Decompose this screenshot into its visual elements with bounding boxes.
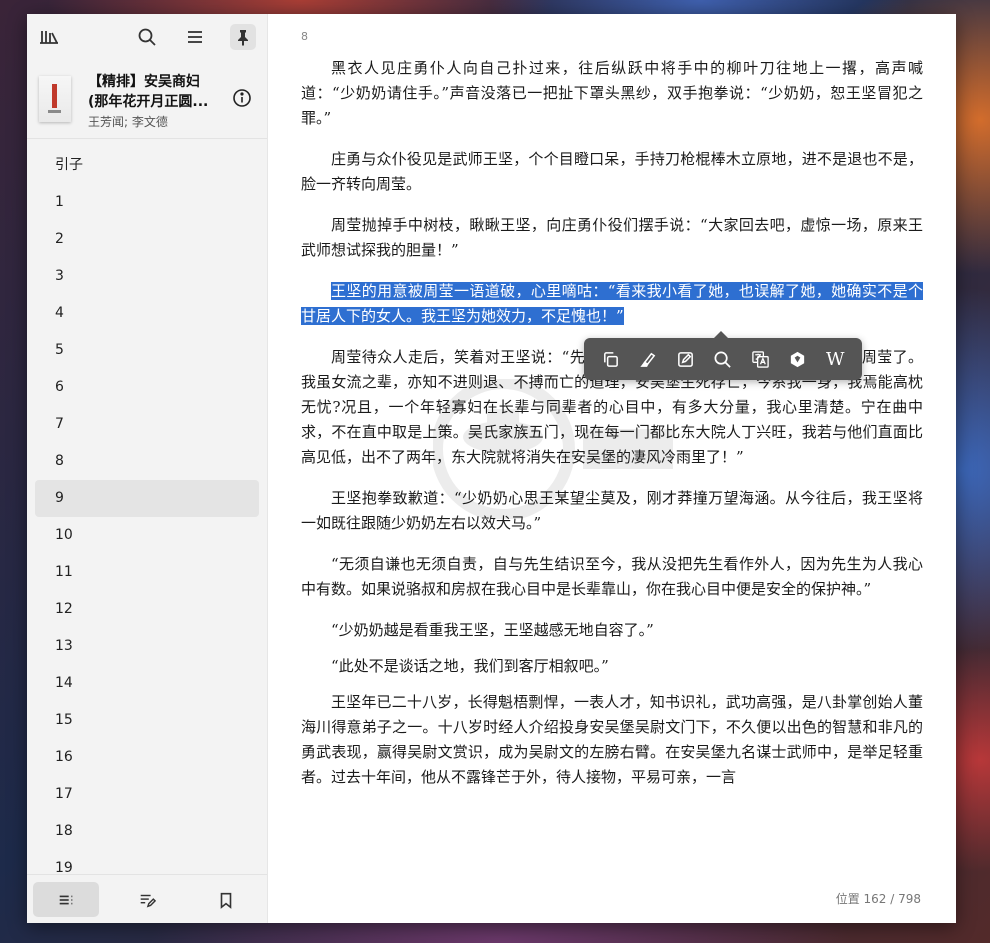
toc-item[interactable]: 1 [35,184,259,221]
paragraph[interactable]: “少奶奶越是看重我王坚，王坚越感无地自容了。” [301,618,923,643]
wikipedia-icon[interactable]: W [821,345,849,373]
reader-window: 【精排】安吴商妇 (那年花开月正圆... 王芳闻; 李文德 引子 1 2 3 4 5 6 7 8… [27,14,956,923]
book-author: 王芳闻; 李文德 [88,115,168,129]
annotations-icon[interactable] [114,882,180,917]
library-icon[interactable] [36,24,62,50]
toc-item[interactable]: 5 [35,332,259,369]
paragraph[interactable]: 黑衣人见庄勇仆人向自己扑过来，往后纵跃中将手中的柳叶刀往地上一撂，高声喊道：“少… [301,56,923,131]
sidebar-toolbar [27,14,267,60]
bookmark-icon[interactable] [193,882,259,917]
toc-item[interactable]: 2 [35,221,259,258]
paragraph[interactable]: “无须自谦也无须自责，自与先生结识至今，我从没把先生看作外人，因为先生为人我心中… [301,552,923,602]
toc-item[interactable]: 17 [35,776,259,813]
toc-item[interactable]: 18 [35,813,259,850]
toc-item[interactable]: 13 [35,628,259,665]
toc-item[interactable]: 16 [35,739,259,776]
sidebar: 【精排】安吴商妇 (那年花开月正圆... 王芳闻; 李文德 引子 1 2 3 4 5 6 7 8… [27,14,268,923]
book-cover [39,76,71,122]
book-subtitle: (那年花开月正圆... [88,94,209,110]
paragraph[interactable]: 王坚年已二十八岁，长得魁梧剽悍，一表人才，知书识礼，武功高强，是八卦掌创始人董海… [301,690,923,790]
search-selection-icon[interactable] [709,345,737,373]
pin-icon[interactable] [230,24,256,50]
toc-item[interactable]: 19 [35,850,259,877]
paragraph[interactable]: 王坚抱拳致歉道：“少奶奶心思王某望尘莫及，刚才莽撞万望海涵。从今往后，我王坚将一… [301,486,923,536]
toc-list-icon[interactable] [33,882,99,917]
toc-item[interactable]: 引子 [35,147,259,184]
text-selection[interactable]: 王坚的用意被周莹一语道破，心里嘀咕：“看来我小看了她，也误解了她，她确实不是个甘… [301,282,923,325]
book-card[interactable]: 【精排】安吴商妇 (那年花开月正圆... 王芳闻; 李文德 [27,66,267,138]
reader-content[interactable]: 黑衣人见庄勇仆人向自己扑过来，往后纵跃中将手中的柳叶刀往地上一撂，高声喊道：“少… [301,56,923,806]
toc-item[interactable]: 6 [35,369,259,406]
toc-item[interactable]: 7 [35,406,259,443]
note-icon[interactable] [672,345,700,373]
search-icon[interactable] [134,24,160,50]
selected-paragraph[interactable]: 王坚的用意被周莹一语道破，心里嘀咕：“看来我小看了她，也误解了她，她确实不是个甘… [301,279,923,329]
toc-item[interactable]: 4 [35,295,259,332]
translate-icon[interactable] [746,345,774,373]
copy-icon[interactable] [597,345,625,373]
paragraph[interactable]: “此处不是谈话之地，我们到客厅相叙吧。” [301,654,923,679]
table-of-contents: 引子 1 2 3 4 5 6 7 8 9 10 11 12 13 14 15 16 17 18 19 [35,147,259,877]
toc-item[interactable]: 9 [35,480,259,517]
page-number: 8 [301,30,308,43]
dictionary-icon[interactable] [784,345,812,373]
sidebar-tabs [27,874,267,923]
paragraph[interactable]: 庄勇与众仆役见是武师王坚，个个目瞪口呆，手持刀枪棍棒木立原地，进不是退也不是，脸… [301,147,923,197]
sidebar-divider [27,138,267,139]
toc-item[interactable]: 14 [35,665,259,702]
location-indicator: 位置 162 / 798 [835,892,921,906]
reader-pane: 8 黑衣人见庄勇仆人向自己扑过来，往后纵跃中将手中的柳叶刀往地上一撂，高声喊道：… [268,14,956,923]
info-icon[interactable] [232,88,252,108]
highlight-icon[interactable] [634,345,662,373]
toc-item[interactable]: 11 [35,554,259,591]
toc-item[interactable]: 8 [35,443,259,480]
paragraph[interactable]: 周莹抛掉手中树枝，瞅瞅王坚，向庄勇仆役们摆手说：“大家回去吧，虚惊一场，原来王武… [301,213,923,263]
toc-item[interactable]: 3 [35,258,259,295]
menu-icon[interactable] [182,24,208,50]
book-title: 【精排】安吴商妇 [88,74,200,90]
toc-item[interactable]: 15 [35,702,259,739]
toc-item[interactable]: 12 [35,591,259,628]
toc-item[interactable]: 10 [35,517,259,554]
selection-toolbar: W [584,331,862,380]
